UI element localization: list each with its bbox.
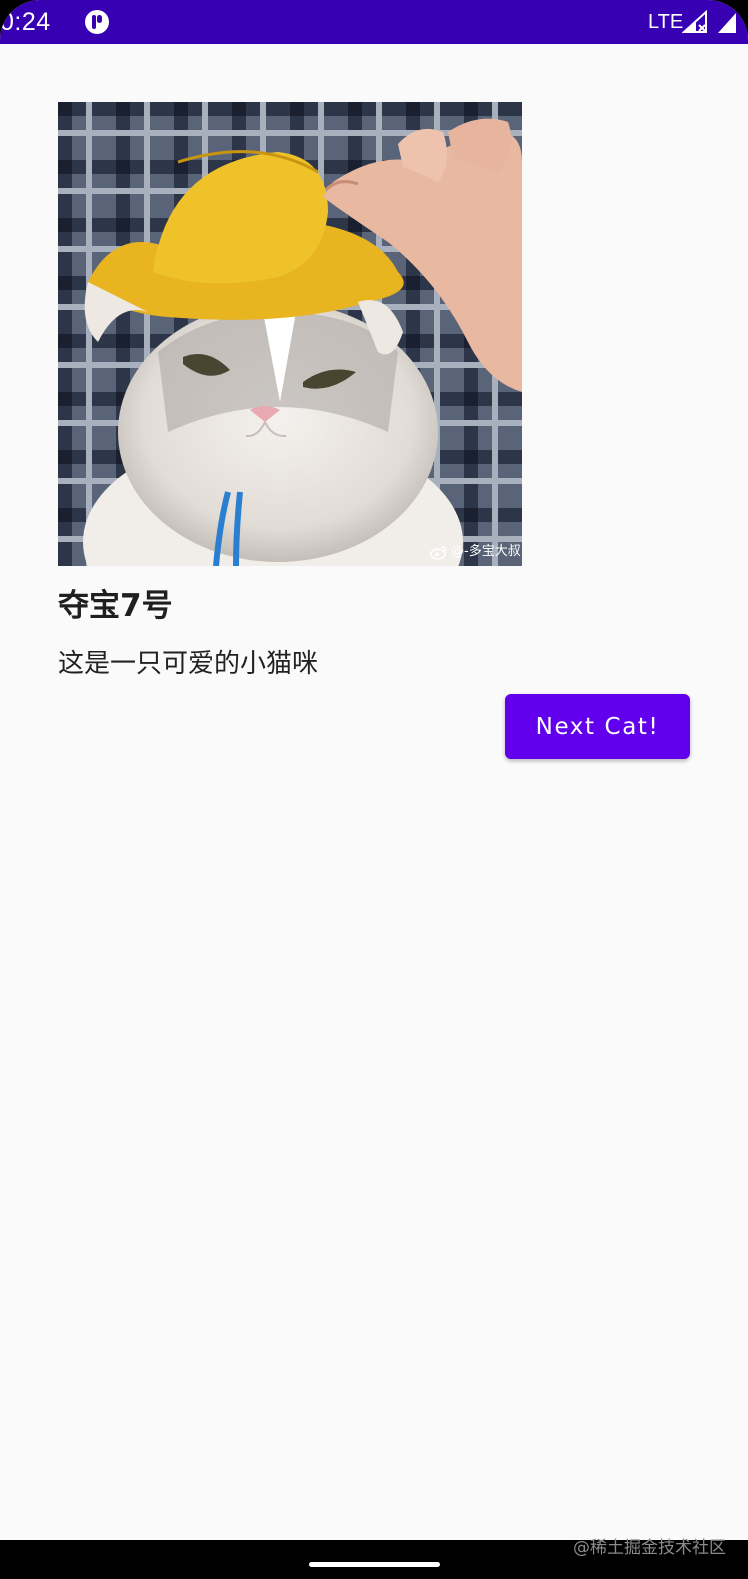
next-cat-button[interactable]: Next Cat! — [505, 694, 690, 759]
status-bar: 0:24 LTE — [0, 0, 748, 44]
status-time: 0:24 — [0, 8, 51, 36]
site-watermark: @稀土掘金技术社区 — [573, 1538, 726, 1558]
signal-icon — [682, 10, 707, 33]
app-screen: 0:24 LTE @-多宝大叔 夺宝7号 这是一只可爱的小猫咪 Next Cat… — [0, 0, 748, 1579]
watermark-text: @-多宝大叔 — [451, 544, 521, 559]
cat-photo-drawing — [58, 102, 522, 566]
weibo-watermark: @-多宝大叔 — [430, 544, 521, 560]
cat-photo: @-多宝大叔 — [58, 102, 522, 566]
weibo-icon — [430, 545, 447, 560]
cat-name: 夺宝7号 — [58, 588, 173, 624]
network-type: LTE — [648, 11, 684, 33]
home-indicator[interactable] — [309, 1562, 440, 1567]
cat-description: 这是一只可爱的小猫咪 — [58, 649, 319, 679]
app-notification-icon — [85, 10, 109, 34]
battery-icon — [718, 13, 736, 33]
